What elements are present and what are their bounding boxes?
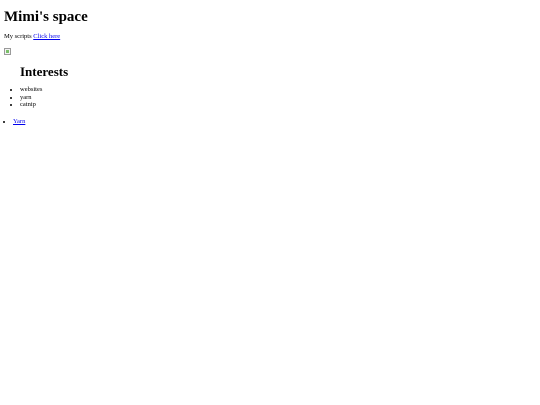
links-list: Yarn [4, 118, 25, 126]
interests-heading: Interests [20, 64, 69, 79]
list-item: websites [20, 86, 68, 94]
interests-list: websites yarn catnip [12, 86, 68, 109]
list-item: yarn [20, 94, 68, 102]
list-item: catnip [20, 101, 68, 109]
scripts-link[interactable]: Click here [33, 33, 60, 40]
broken-image-icon [4, 48, 11, 55]
page-title: Mimi's space [4, 9, 88, 25]
interests-section: Interests websites yarn catnip [12, 64, 68, 109]
yarn-link[interactable]: Yarn [13, 118, 25, 125]
page: Mimi's space My scripts Click here Inter… [0, 0, 540, 405]
scripts-line: My scripts Click here [4, 33, 60, 41]
scripts-label: My scripts [4, 33, 32, 40]
list-item: Yarn [13, 118, 25, 126]
